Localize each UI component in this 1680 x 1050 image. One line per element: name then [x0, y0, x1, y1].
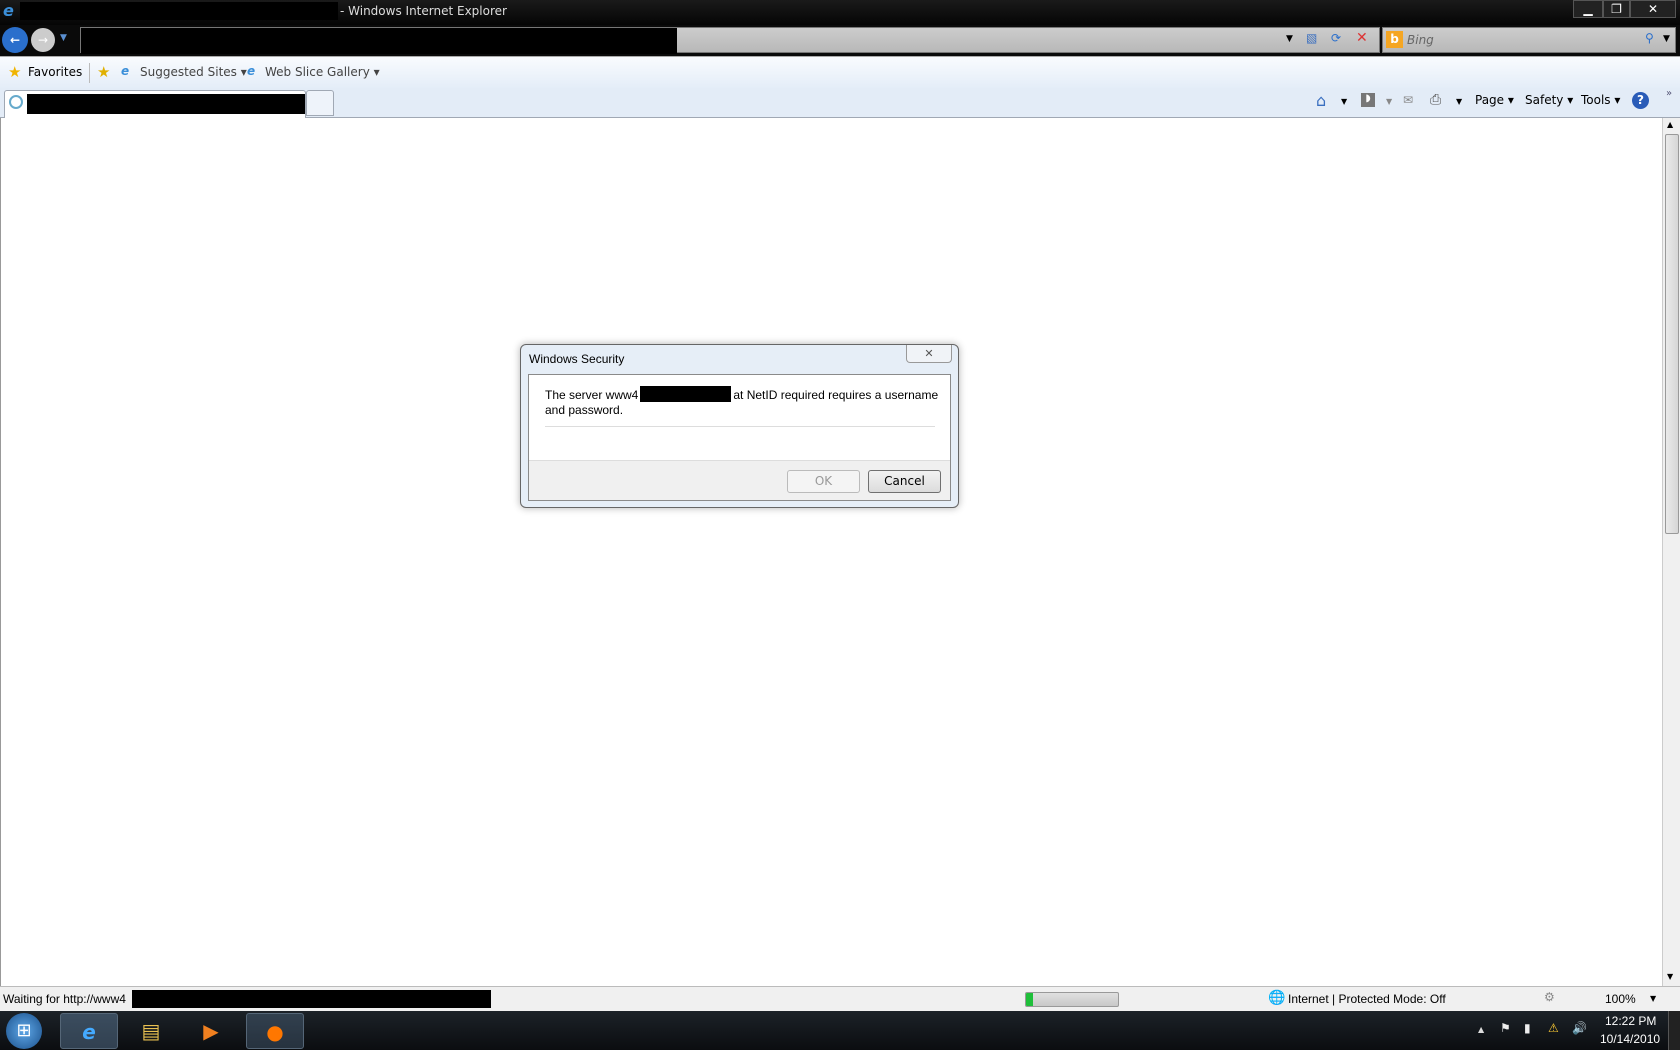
dialog-message-suffix: at NetID required requires a username [733, 388, 939, 402]
divider [545, 426, 935, 427]
security-zone[interactable]: Internet | Protected Mode: Off [1288, 992, 1446, 1006]
restore-button[interactable]: ❐ [1603, 0, 1630, 18]
tools-menu[interactable]: Tools ▾ [1581, 93, 1620, 107]
home-dropdown-icon[interactable]: ▼ [1341, 97, 1347, 106]
help-icon[interactable]: ? [1632, 92, 1649, 109]
tab-row: ⌂ ▼ ◗ ▼ ✉ ⎙ ▼ Page ▾ Safety ▾ Tools ▾ ? … [0, 88, 1680, 118]
refresh-icon[interactable]: ⟳ [1331, 31, 1341, 45]
suggested-sites-link[interactable]: Suggested Sites ▾ [140, 65, 247, 79]
scroll-thumb[interactable] [1665, 134, 1679, 534]
window-title: - Windows Internet Explorer [340, 4, 507, 18]
clock-time[interactable]: 12:22 PM [1605, 1014, 1656, 1028]
volume-icon[interactable]: 🔊 [1572, 1021, 1587, 1035]
zoom-level[interactable]: 100% [1605, 992, 1636, 1006]
taskbar-file-explorer[interactable]: ▤ [122, 1013, 180, 1049]
vertical-scrollbar[interactable]: ▲ ▼ [1662, 118, 1680, 986]
network-warning-icon[interactable]: ⚠ [1548, 1021, 1559, 1035]
action-center-flag-icon[interactable]: ⚑ [1500, 1021, 1511, 1035]
page-menu[interactable]: Page ▾ [1475, 93, 1514, 107]
search-icon[interactable]: ⚲ [1645, 31, 1654, 45]
dialog-message-line2: and password. [545, 403, 624, 417]
feeds-icon[interactable]: ◗ [1361, 93, 1375, 107]
bing-logo-icon: b [1386, 31, 1403, 48]
redacted-tab-title [27, 94, 305, 114]
history-dropdown-icon[interactable]: ▼ [60, 33, 67, 43]
feeds-dropdown-icon[interactable]: ▼ [1386, 97, 1392, 106]
ie-logo-icon: e [3, 1, 14, 20]
print-icon[interactable]: ⎙ [1430, 92, 1441, 108]
back-button[interactable]: ← [2, 27, 28, 53]
progress-bar [1025, 992, 1119, 1007]
loading-icon [9, 95, 23, 109]
web-slice-gallery-link[interactable]: Web Slice Gallery ▾ [265, 65, 380, 79]
show-desktop-button[interactable] [1668, 1011, 1680, 1050]
dialog-body: The server www4 at NetID required require… [528, 374, 951, 501]
favorites-bar: ★ Favorites ★ e Suggested Sites ▾ e Web … [0, 56, 1680, 88]
print-dropdown-icon[interactable]: ▼ [1456, 97, 1462, 106]
clock-date[interactable]: 10/14/2010 [1600, 1032, 1660, 1046]
chevron-right-icon[interactable]: » [1666, 88, 1672, 99]
show-hidden-icons[interactable]: ▲ [1478, 1025, 1484, 1034]
start-button[interactable]: ⊞ [6, 1013, 42, 1049]
compatibility-view-icon[interactable]: ▧ [1306, 31, 1317, 45]
cancel-button[interactable]: Cancel [868, 470, 941, 493]
globe-icon: 🌐 [1268, 990, 1286, 1006]
add-to-favorites-icon[interactable]: ★ [97, 63, 110, 81]
stop-icon[interactable]: ✕ [1356, 30, 1368, 46]
power-icon[interactable]: ▮ [1524, 1021, 1531, 1035]
dialog-footer: OK Cancel [529, 460, 950, 500]
safety-menu[interactable]: Safety ▾ [1525, 93, 1573, 107]
favorites-star-icon: ★ [8, 63, 22, 81]
address-bar[interactable]: ▼ ▧ ⟳ ✕ [80, 27, 1380, 54]
home-icon[interactable]: ⌂ [1316, 91, 1326, 110]
title-bar: e - Windows Internet Explorer ▁ ❐ ✕ [0, 0, 1680, 25]
read-mail-icon[interactable]: ✉ [1403, 93, 1413, 107]
taskbar-internet-explorer[interactable]: e [60, 1013, 118, 1049]
address-dropdown-icon[interactable]: ▼ [1286, 34, 1293, 44]
taskbar-media-player[interactable]: ▶ [182, 1013, 240, 1049]
ie-page-icon: e [121, 64, 130, 78]
search-box[interactable]: b Bing ⚲ ▼ [1382, 27, 1676, 53]
favorites-button[interactable]: Favorites [28, 65, 82, 79]
taskbar: ⊞ e ▤ ▶ ● ▲ ⚑ ▮ ⚠ 🔊 12:22 PM 10/14/2010 [0, 1011, 1680, 1050]
forward-button[interactable]: → [31, 28, 55, 52]
scroll-up-icon[interactable]: ▲ [1667, 120, 1673, 129]
minimize-button[interactable]: ▁ [1573, 0, 1603, 18]
ie-page-icon: e [247, 64, 256, 78]
search-placeholder: Bing [1407, 33, 1434, 47]
dialog-title: Windows Security [529, 352, 625, 366]
tab-active[interactable] [4, 90, 306, 118]
status-text: Waiting for http://www4 [3, 992, 126, 1006]
redacted-status-url [132, 990, 491, 1008]
scroll-down-icon[interactable]: ▼ [1667, 972, 1673, 981]
search-dropdown-icon[interactable]: ▼ [1663, 34, 1670, 44]
status-bar: Waiting for http://www4 🌐 Internet | Pro… [0, 986, 1680, 1011]
new-tab-button[interactable] [306, 90, 334, 116]
redacted-url [81, 28, 677, 54]
ok-button[interactable]: OK [787, 470, 860, 493]
popup-blocker-icon[interactable]: ⚙ [1544, 990, 1555, 1004]
redacted-page-title [20, 2, 338, 20]
divider [89, 63, 90, 83]
dialog-message-prefix: The server www4 [545, 388, 639, 402]
navigation-bar: ← → ▼ ▼ ▧ ⟳ ✕ b Bing ⚲ ▼ [0, 25, 1680, 56]
progress-fill [1026, 993, 1034, 1006]
page-content [0, 118, 1662, 986]
taskbar-firefox[interactable]: ● [246, 1013, 304, 1049]
dialog-close-button[interactable]: ✕ [906, 345, 952, 363]
redacted-server-name [640, 386, 732, 402]
zoom-dropdown-icon[interactable]: ▼ [1650, 994, 1656, 1003]
windows-security-dialog: Windows Security ✕ The server www4 at Net… [520, 344, 959, 508]
close-button[interactable]: ✕ [1630, 0, 1676, 18]
